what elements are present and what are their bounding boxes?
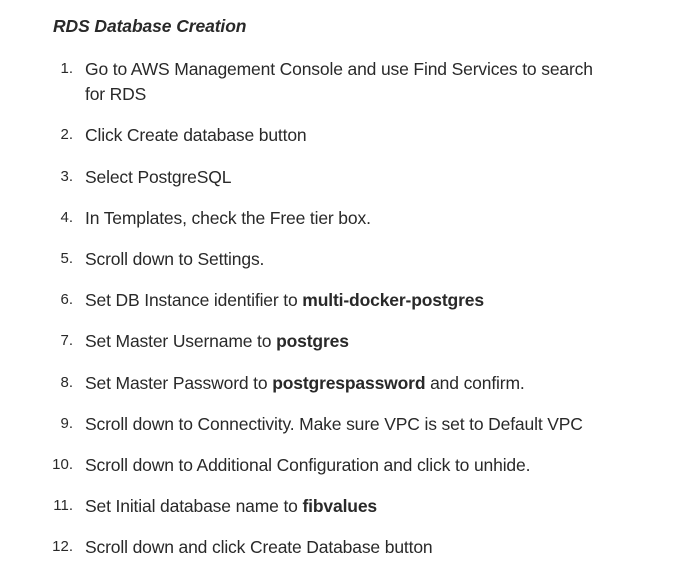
step-text: Set Initial database name to fibvalues xyxy=(85,496,377,516)
step-text: Scroll down to Additional Configuration … xyxy=(85,455,531,475)
step-text: Scroll down and click Create Database bu… xyxy=(85,537,433,557)
step-text: Scroll down to Connectivity. Make sure V… xyxy=(85,414,583,434)
step-number: 4. xyxy=(60,209,73,226)
step-number: 9. xyxy=(60,415,73,432)
step-text: Set Master Password to postgrespassword … xyxy=(85,373,525,393)
step-number: 11. xyxy=(53,497,73,514)
step-text: Click Create database button xyxy=(85,125,307,145)
step-text: Scroll down to Settings. xyxy=(85,249,265,269)
step-text: Select PostgreSQL xyxy=(85,167,232,187)
step-text: Set Master Username to postgres xyxy=(85,331,349,351)
step-text: Go to AWS Management Console and use Fin… xyxy=(85,59,593,104)
step-number: 3. xyxy=(60,168,73,185)
step-number: 7. xyxy=(60,332,73,349)
step-number: 8. xyxy=(60,374,73,391)
step-number: 5. xyxy=(60,250,73,267)
step-text: Set DB Instance identifier to multi-dock… xyxy=(85,290,484,310)
step-number: 10. xyxy=(52,456,73,473)
section-title: RDS Database Creation xyxy=(53,16,247,36)
step-number: 2. xyxy=(60,126,73,143)
step-number: 12. xyxy=(52,538,73,555)
step-text: In Templates, check the Free tier box. xyxy=(85,208,371,228)
step-number: 6. xyxy=(60,291,73,308)
step-number: 1. xyxy=(60,60,73,77)
